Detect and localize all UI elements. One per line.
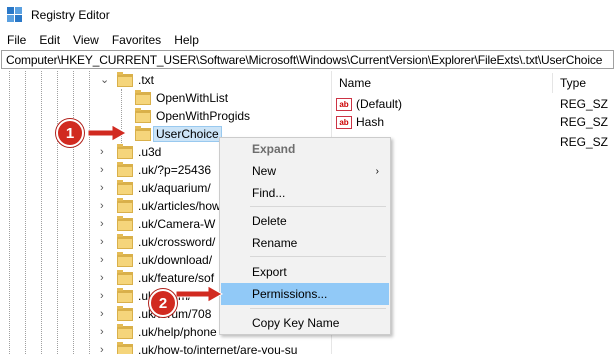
menu-item-expand[interactable]: Expand — [221, 138, 389, 160]
chevron-right-icon[interactable]: › — [100, 291, 108, 302]
chevron-right-icon[interactable]: › — [100, 327, 108, 338]
folder-icon — [117, 323, 133, 339]
tree-item-uk-download[interactable]: › .uk/download/ — [100, 251, 212, 269]
tree-item-label: .uk/crossword/ — [138, 235, 216, 249]
menu-item-delete[interactable]: Delete — [221, 210, 389, 232]
tree-item-txt[interactable]: ⌄ .txt — [100, 71, 154, 89]
string-value-icon: ab — [336, 115, 352, 129]
tree-item-u3d[interactable]: › .u3d — [100, 143, 161, 161]
tree-item-label: .uk/articles/how — [138, 199, 221, 213]
tree-item-label: .uk/Camera-W — [138, 217, 216, 231]
value-type: REG_SZ — [560, 97, 609, 111]
menu-separator — [250, 256, 386, 257]
folder-icon — [117, 251, 133, 267]
tree-item-uk-p[interactable]: › .uk/?p=25436 — [100, 161, 211, 179]
tree-item-label: .u3d — [138, 145, 162, 159]
value-row[interactable]: ab Hash — [336, 113, 384, 131]
tree-item-uk-camera[interactable]: › .uk/Camera-W — [100, 215, 215, 233]
tree-item-uk-help[interactable]: › .uk/help/phone — [100, 323, 217, 341]
value-name: Hash — [356, 115, 385, 129]
menu-item-find[interactable]: Find... — [221, 182, 389, 204]
tree-item-label: UserChoice — [153, 126, 222, 142]
folder-icon — [117, 161, 133, 177]
folder-icon — [117, 305, 133, 321]
tree-item-label: .uk/feature/sof — [138, 271, 215, 285]
chevron-right-icon[interactable]: › — [100, 165, 108, 176]
menu-item-copy-key-name[interactable]: Copy Key Name — [221, 312, 389, 334]
folder-icon — [117, 233, 133, 249]
menu-item-label: New — [252, 164, 277, 178]
menu-item-rename[interactable]: Rename — [221, 232, 389, 254]
folder-icon — [117, 71, 133, 87]
annotation-arrow-2 — [176, 285, 224, 303]
folder-icon — [135, 89, 151, 105]
folder-icon — [117, 341, 133, 354]
folder-icon — [117, 215, 133, 231]
folder-icon — [117, 287, 133, 303]
menu-edit[interactable]: Edit — [33, 33, 67, 47]
menu-view[interactable]: View — [67, 33, 106, 47]
menu-item-new[interactable]: New › — [221, 160, 389, 182]
annotation-badge-2: 2 — [149, 289, 177, 317]
window-title: Registry Editor — [31, 8, 110, 22]
folder-icon — [135, 125, 151, 141]
title-bar: Registry Editor — [0, 0, 615, 30]
tree-item-uk-crossword[interactable]: › .uk/crossword/ — [100, 233, 215, 251]
tree-item-openwithprogids[interactable]: OpenWithProgids — [135, 107, 250, 125]
chevron-right-icon[interactable]: › — [100, 255, 108, 266]
value-type: REG_SZ — [560, 135, 609, 149]
tree-item-label: .uk/how-to/internet/are-you-su — [138, 343, 298, 354]
menu-item-export[interactable]: Export — [221, 261, 389, 283]
annotation-badge-1: 1 — [56, 119, 84, 147]
menu-item-permissions[interactable]: Permissions... — [221, 283, 389, 305]
string-value-icon: ab — [336, 97, 352, 111]
menu-favorites[interactable]: Favorites — [106, 33, 168, 47]
chevron-down-icon[interactable]: ⌄ — [100, 75, 109, 86]
annotation-arrow-1 — [88, 124, 128, 142]
folder-icon — [117, 143, 133, 159]
menu-help[interactable]: Help — [168, 33, 206, 47]
tree-item-label: .uk/download/ — [138, 253, 213, 267]
folder-icon — [135, 107, 151, 123]
chevron-right-icon[interactable]: › — [100, 345, 108, 354]
value-row[interactable]: ab (Default) — [336, 95, 402, 113]
column-header-type[interactable]: Type — [560, 71, 586, 95]
registry-editor-icon — [7, 7, 23, 23]
chevron-right-icon[interactable]: › — [100, 237, 108, 248]
menu-bar: File Edit View Favorites Help — [0, 30, 615, 50]
chevron-right-icon[interactable]: › — [100, 147, 108, 158]
value-type: REG_SZ — [560, 115, 609, 129]
folder-icon — [117, 197, 133, 213]
chevron-right-icon[interactable]: › — [100, 309, 108, 320]
folder-icon — [117, 269, 133, 285]
address-bar[interactable]: Computer\HKEY_CURRENT_USER\Software\Micr… — [1, 50, 614, 69]
chevron-right-icon[interactable]: › — [100, 201, 108, 212]
chevron-right-icon[interactable]: › — [100, 183, 108, 194]
chevron-right-icon: › — [375, 165, 379, 177]
tree-item-uk-how-to[interactable]: › .uk/how-to/internet/are-you-su — [100, 341, 297, 354]
tree-item-label: .uk/?p=25436 — [138, 163, 212, 177]
tree-item-uk-articles[interactable]: › .uk/articles/how — [100, 197, 221, 215]
tree-item-userchoice[interactable]: UserChoice — [135, 125, 222, 143]
context-menu: Expand New › Find... Delete Rename Expor… — [219, 137, 391, 335]
tree-item-label: OpenWithList — [156, 91, 229, 105]
chevron-right-icon[interactable]: › — [100, 273, 108, 284]
menu-separator — [250, 206, 386, 207]
column-header-name[interactable]: Name — [339, 71, 371, 95]
tree-item-label: .uk/help/phone — [138, 325, 217, 339]
menu-file[interactable]: File — [0, 33, 33, 47]
value-name: (Default) — [356, 97, 403, 111]
tree-item-label: .txt — [138, 73, 155, 87]
tree-item-label: .uk/aquarium/ — [138, 181, 211, 195]
tree-item-label: OpenWithProgids — [156, 109, 251, 123]
menu-separator — [250, 308, 386, 309]
chevron-right-icon[interactable]: › — [100, 219, 108, 230]
folder-icon — [117, 179, 133, 195]
tree-item-openwithlist[interactable]: OpenWithList — [135, 89, 228, 107]
tree-item-uk-aquarium[interactable]: › .uk/aquarium/ — [100, 179, 211, 197]
